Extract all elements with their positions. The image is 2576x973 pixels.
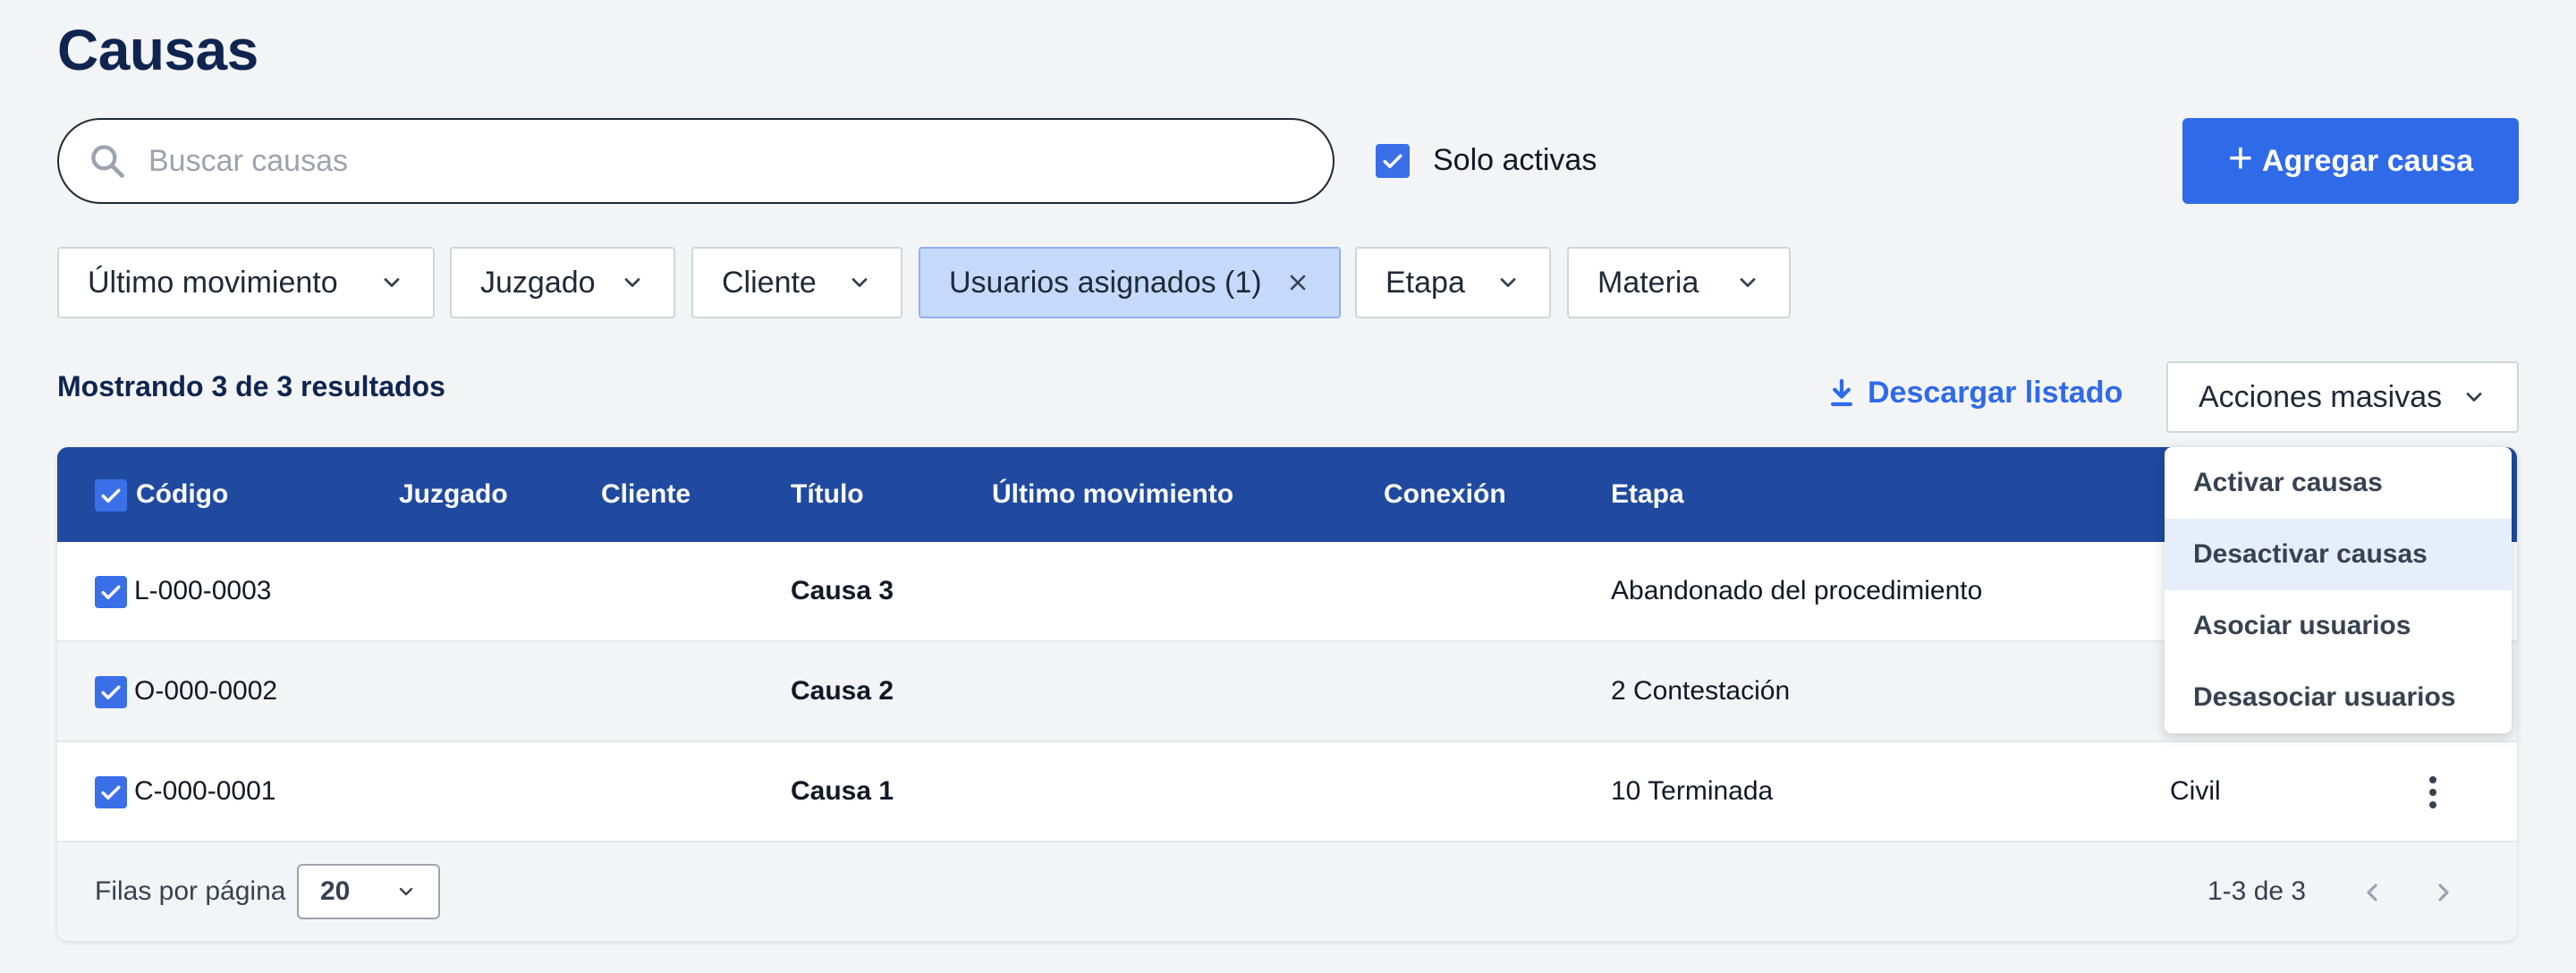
col-etapa[interactable]: Etapa	[1611, 447, 1684, 542]
add-causa-button[interactable]: + Agregar causa	[2182, 118, 2519, 204]
check-icon	[101, 685, 121, 699]
cell-codigo: O-000-0002	[134, 676, 278, 706]
solo-activas-checkbox[interactable]	[1376, 143, 1410, 178]
download-icon	[1830, 378, 1853, 406]
cell-etapa: 10 Terminada	[1611, 776, 1774, 806]
chevron-down-icon	[624, 278, 640, 287]
chevron-down-icon	[384, 278, 400, 287]
filter-cliente[interactable]: Cliente	[691, 247, 902, 318]
filter-label: Etapa	[1385, 265, 1465, 300]
bulk-actions-select[interactable]: Acciones masivas	[2166, 361, 2519, 433]
download-list-link[interactable]: Descargar listado	[1828, 376, 2123, 410]
rows-per-page-select[interactable]: 20	[297, 864, 440, 919]
pagination-range: 1-3 de 3	[2207, 876, 2307, 906]
col-juzgado[interactable]: Juzgado	[399, 447, 508, 542]
rows-per-page-value: 20	[320, 876, 351, 906]
check-icon	[101, 585, 121, 599]
select-all-checkbox[interactable]	[95, 479, 127, 512]
menu-item-asociar-usuarios[interactable]: Asociar usuarios	[2165, 590, 2512, 662]
cell-titulo: Causa 1	[791, 776, 894, 806]
col-codigo[interactable]: Código	[136, 447, 228, 542]
next-page-button[interactable]	[2426, 875, 2462, 910]
bulk-actions-menu: Activar causas Desactivar causas Asociar…	[2165, 447, 2512, 733]
row-checkbox[interactable]	[95, 776, 127, 808]
table-row[interactable]: L-000-0003 Causa 3 Abandonado del proced…	[57, 542, 2517, 642]
filter-label: Cliente	[722, 265, 817, 300]
chevron-right-icon	[2438, 884, 2449, 901]
chevron-down-icon	[852, 278, 868, 287]
search-icon	[91, 145, 124, 178]
cell-materia: Civil	[2170, 776, 2221, 806]
results-summary: Mostrando 3 de 3 resultados	[57, 370, 445, 402]
chevron-down-icon	[399, 887, 413, 896]
chevron-down-icon	[2466, 393, 2482, 402]
kebab-icon[interactable]	[2415, 774, 2451, 810]
table-row[interactable]: O-000-0002 Causa 2 2 Contestación	[57, 642, 2517, 742]
rows-per-page-label: Filas por página	[95, 876, 286, 906]
prev-page-button[interactable]	[2354, 875, 2390, 910]
filter-label: Usuarios asignados (1)	[949, 265, 1262, 300]
filter-ultimo-movimiento[interactable]: Último movimiento	[57, 247, 435, 318]
chevron-left-icon	[2367, 884, 2377, 901]
row-checkbox[interactable]	[95, 576, 127, 608]
check-icon	[101, 488, 121, 503]
check-icon	[101, 785, 121, 800]
filter-juzgado[interactable]: Juzgado	[450, 247, 675, 318]
filter-etapa[interactable]: Etapa	[1355, 247, 1551, 318]
filter-label: Último movimiento	[88, 265, 338, 300]
filter-usuarios-asignados[interactable]: Usuarios asignados (1)	[919, 247, 1341, 318]
search-input[interactable]	[148, 143, 1222, 179]
check-icon	[1383, 154, 1402, 168]
cell-titulo: Causa 3	[791, 576, 894, 605]
plus-icon: +	[2227, 135, 2253, 182]
table-header: Código Juzgado Cliente Título Último mov…	[57, 447, 2517, 542]
chevron-down-icon	[1740, 278, 1756, 287]
menu-item-desasociar-usuarios[interactable]: Desasociar usuarios	[2165, 662, 2512, 733]
cell-codigo: L-000-0003	[134, 576, 272, 605]
col-conexion[interactable]: Conexión	[1384, 447, 1506, 542]
filter-materia[interactable]: Materia	[1567, 247, 1791, 318]
cell-etapa: Abandonado del procedimiento	[1611, 576, 1983, 605]
col-ultimo-movimiento[interactable]: Último movimiento	[992, 447, 1233, 542]
table-row[interactable]: C-000-0001 Causa 1 10 Terminada Civil	[57, 742, 2517, 842]
row-checkbox[interactable]	[95, 676, 127, 708]
filter-label: Juzgado	[480, 265, 596, 300]
causas-table: Código Juzgado Cliente Título Último mov…	[57, 447, 2517, 941]
close-icon[interactable]	[1285, 270, 1310, 295]
cell-etapa: 2 Contestación	[1611, 676, 1791, 706]
menu-item-activar-causas[interactable]: Activar causas	[2165, 447, 2512, 519]
table-footer: Filas por página 20 1-3 de 3	[57, 842, 2517, 941]
filter-label: Materia	[1597, 265, 1699, 300]
cell-codigo: C-000-0001	[134, 776, 276, 806]
page-title: Causas	[57, 18, 258, 82]
solo-activas-toggle[interactable]: Solo activas	[1376, 143, 1597, 178]
solo-activas-label: Solo activas	[1433, 143, 1597, 177]
bulk-actions-label: Acciones masivas	[2199, 379, 2443, 414]
col-cliente[interactable]: Cliente	[601, 447, 691, 542]
menu-item-desactivar-causas[interactable]: Desactivar causas	[2165, 519, 2512, 590]
download-label: Descargar listado	[1868, 376, 2123, 410]
col-titulo[interactable]: Título	[791, 447, 864, 542]
cell-titulo: Causa 2	[791, 676, 894, 706]
chevron-down-icon	[1500, 278, 1516, 287]
search-box[interactable]	[57, 118, 1335, 204]
add-causa-label: Agregar causa	[2261, 143, 2474, 178]
